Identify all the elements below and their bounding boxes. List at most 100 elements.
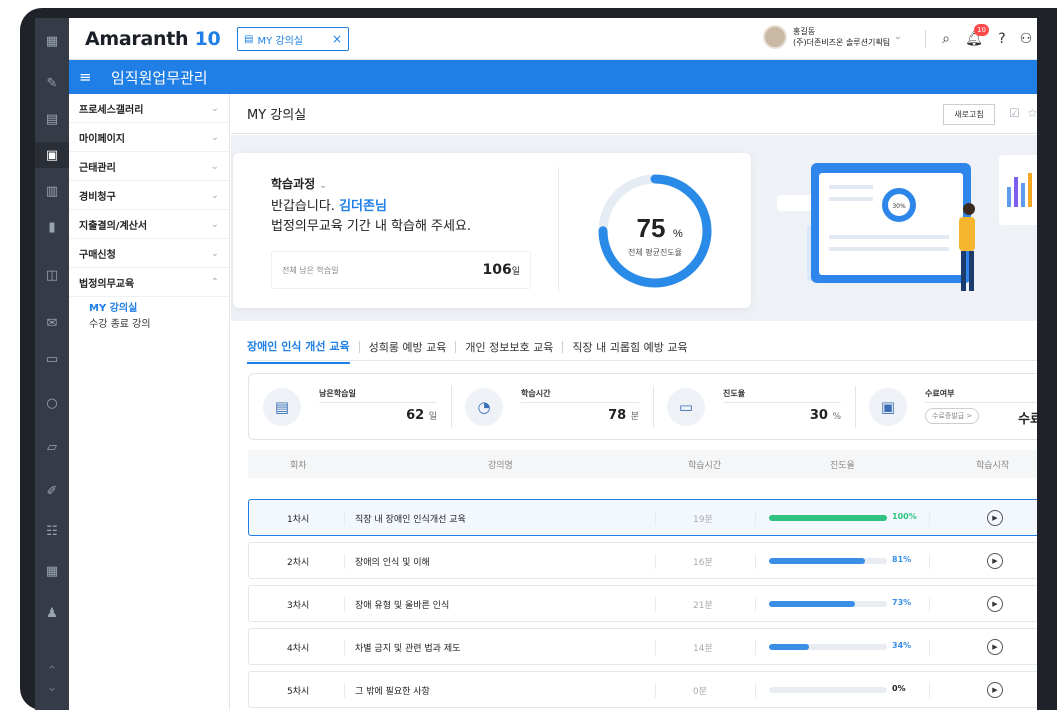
- stat-value: 수료: [1018, 412, 1037, 427]
- calendar-clock-icon: ▤: [263, 388, 301, 426]
- user-profile[interactable]: 홍길동 (주)더존비즈온 솔루션기획팀 ⌄: [763, 25, 902, 49]
- stat-progress: ▭ 진도율 30 %: [653, 374, 855, 441]
- divider: [655, 511, 656, 526]
- org-chart-icon[interactable]: ⚇: [1017, 30, 1035, 48]
- calendar-check-icon[interactable]: ☑: [1009, 106, 1020, 120]
- mail-icon[interactable]: ✉: [35, 310, 69, 336]
- tabs-underline: [247, 360, 1037, 361]
- bell-icon[interactable]: 🔔︎ 10: [965, 24, 989, 48]
- calculator-icon[interactable]: ▦: [35, 558, 69, 584]
- table-row[interactable]: 3차시 장애 유형 및 올바른 인식 21분 73% ▶: [248, 585, 1037, 622]
- people-icon[interactable]: ♟: [35, 600, 69, 626]
- progress-percent: 100%: [892, 512, 917, 521]
- th-session: 회차: [290, 461, 307, 471]
- menu-icon[interactable]: ≡: [79, 68, 105, 86]
- tab-my-classroom[interactable]: ▤ MY 강의실 ×: [237, 27, 349, 51]
- divider: [929, 511, 930, 526]
- divider: [655, 597, 656, 612]
- progress-percent: 0%: [892, 684, 906, 693]
- search-icon[interactable]: ⌕: [937, 30, 955, 48]
- progress-bar: [769, 558, 887, 564]
- tab-disability-awareness[interactable]: 장애인 인식 개선 교육: [247, 330, 350, 364]
- menu-item-purchase[interactable]: 구매신청 ⌄: [69, 239, 229, 268]
- chevron-down-icon[interactable]: ⌄: [35, 674, 69, 700]
- pen-icon[interactable]: ✎: [35, 70, 69, 96]
- chevron-down-icon: ⌄: [210, 247, 219, 259]
- study-time: 16분: [693, 558, 713, 568]
- progress-bar: [769, 515, 887, 521]
- submenu-item-ended-courses[interactable]: 수강 종료 강의: [89, 317, 229, 333]
- divider: [455, 341, 457, 353]
- play-icon[interactable]: ▶: [987, 639, 1003, 655]
- icon-rail: ▦ ✎ ▤ ▣ ▥ ▮ ◫ ✉ ▭ ○ ▱ ✐ ☷ ▦ ♟ ⌃ ⌄: [35, 18, 69, 710]
- study-time: 19분: [693, 515, 713, 525]
- divider: [521, 402, 639, 403]
- illus-bar: [1021, 183, 1025, 207]
- gauge-unit: %: [673, 228, 683, 240]
- monitor-user-icon[interactable]: ▭: [35, 346, 69, 372]
- play-icon[interactable]: ▶: [987, 682, 1003, 698]
- page-title: MY 강의실: [247, 108, 307, 123]
- help-icon[interactable]: ?: [993, 30, 1011, 48]
- edu-icon[interactable]: ▣: [35, 142, 69, 168]
- screen-settings-icon[interactable]: ▱: [35, 434, 69, 460]
- menu-item-legal-training[interactable]: 법정의무교육 ⌃: [69, 268, 229, 297]
- divider: [755, 683, 756, 698]
- chevron-down-icon: ⌄: [210, 218, 219, 230]
- menu-item-expense[interactable]: 경비청구 ⌄: [69, 181, 229, 210]
- stat-value: 78 분: [608, 408, 639, 423]
- menu-item-process-gallery[interactable]: 프로세스갤러리 ⌄: [69, 94, 229, 123]
- org-icon[interactable]: ☷: [35, 518, 69, 544]
- kiss-icon[interactable]: ◫: [35, 262, 69, 288]
- divider: [358, 341, 360, 353]
- illus-line: [829, 197, 873, 201]
- refresh-button[interactable]: 새로고침: [943, 104, 995, 125]
- chevron-down-icon: ⌄: [319, 181, 327, 191]
- section-title[interactable]: 학습과정 ⌄: [271, 175, 327, 192]
- edit-icon[interactable]: ✐: [35, 478, 69, 504]
- play-icon[interactable]: ▶: [987, 596, 1003, 612]
- table-row[interactable]: 2차시 장애의 인식 및 이해 16분 81% ▶: [248, 542, 1037, 579]
- table-row[interactable]: 4차시 차별 금지 및 관련 법과 제도 14분 34% ▶: [248, 628, 1037, 665]
- illus-bar: [1007, 187, 1011, 207]
- calendar-icon[interactable]: ▤: [35, 106, 69, 132]
- divider: [925, 30, 926, 48]
- star-icon[interactable]: ☆: [1027, 106, 1037, 120]
- tab-privacy[interactable]: 개인 정보보호 교육: [465, 331, 553, 363]
- menu-item-expenditure[interactable]: 지출결의/계산서 ⌄: [69, 210, 229, 239]
- tab-harassment-prevention[interactable]: 성희롱 예방 교육: [369, 331, 447, 363]
- illus-person-leg: [969, 251, 974, 291]
- main-content: MY 강의실 새로고침 ☑ ☆ 학습과정 ⌄ 반갑습니다. 김더존님 법정의무교…: [231, 94, 1037, 710]
- close-icon[interactable]: ×: [332, 32, 342, 46]
- session-no: 4차시: [287, 644, 310, 654]
- divider: [929, 640, 930, 655]
- learning-summary: 학습과정 ⌄ 반갑습니다. 김더존님 법정의무교육 기간 내 학습해 주세요. …: [231, 135, 1037, 321]
- chevron-down-icon: ⌄: [210, 160, 219, 172]
- stat-remaining-days: ▤ 남은학습일 62 일: [249, 374, 451, 441]
- divider: [344, 511, 345, 526]
- th-progress: 진도율: [830, 461, 855, 471]
- clock-icon: ◔: [465, 388, 503, 426]
- lecture-name: 장애 유형 및 올바른 인식: [355, 601, 450, 611]
- submenu-item-my-classroom[interactable]: MY 강의실: [89, 301, 229, 317]
- app-logo[interactable]: Amaranth 10: [85, 28, 221, 50]
- table-row[interactable]: 1차시 직장 내 장애인 인식개선 교육 19분 100% ▶: [248, 499, 1037, 536]
- play-icon[interactable]: ▶: [987, 510, 1003, 526]
- play-icon[interactable]: ▶: [987, 553, 1003, 569]
- tab-workplace-bullying[interactable]: 직장 내 괴롭힘 예방 교육: [572, 331, 687, 363]
- gauge-label: 전체 평균진도율: [628, 247, 682, 257]
- progress-percent: 73%: [892, 598, 912, 607]
- divider: [925, 402, 1037, 403]
- greeting: 반갑습니다. 김더존님: [271, 199, 387, 214]
- certificate-icon: ▣: [869, 388, 907, 426]
- menu-item-attendance[interactable]: 근태관리 ⌄: [69, 152, 229, 181]
- progress-gauge: 75 % 전체 평균진도율: [598, 174, 712, 288]
- table-row[interactable]: 5차시 그 밖에 필요한 사항 0분 0% ▶: [248, 671, 1037, 708]
- calendar-check-icon[interactable]: ▥: [35, 178, 69, 204]
- document-icon[interactable]: ▮: [35, 214, 69, 240]
- progress-bar: [769, 687, 887, 693]
- apps-icon[interactable]: ▦: [35, 28, 69, 54]
- board-icon[interactable]: ○: [35, 390, 69, 416]
- certificate-button[interactable]: 수료증발급 >: [925, 408, 980, 424]
- menu-item-my-page[interactable]: 마이페이지 ⌄: [69, 123, 229, 152]
